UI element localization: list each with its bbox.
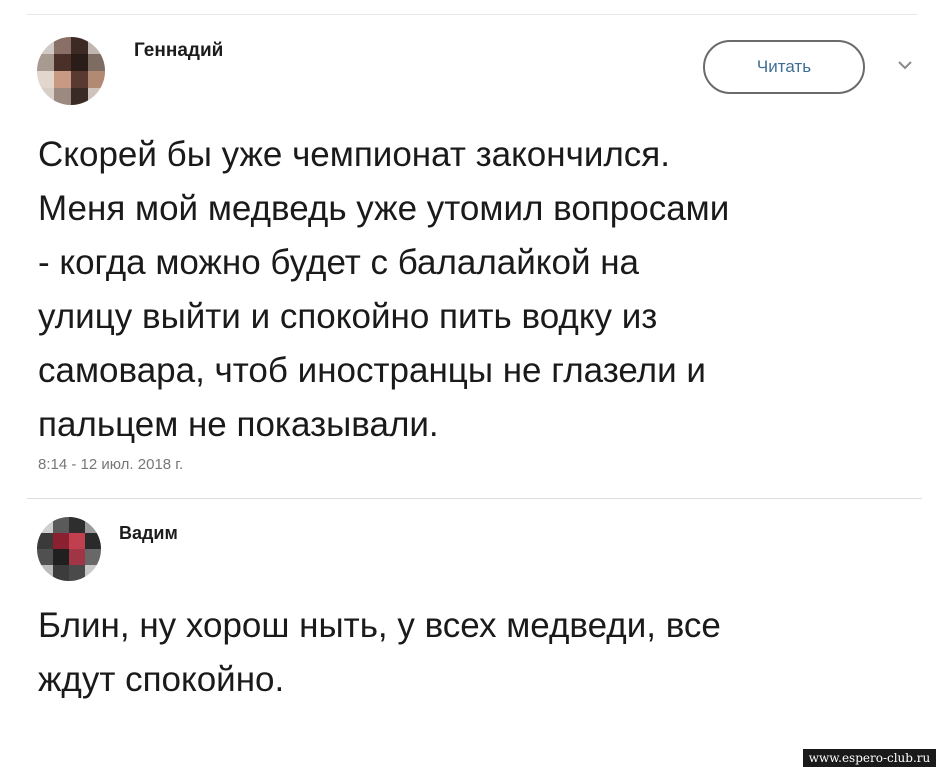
follow-button[interactable]: Читать	[703, 40, 865, 94]
reply-text: Блин, ну хорош ныть, у всех медведи, все…	[38, 606, 721, 699]
pixelated-avatar-icon	[37, 37, 105, 105]
reply-avatar[interactable]	[37, 517, 101, 581]
author-name[interactable]: Геннадий	[134, 40, 223, 62]
tweet-text: Скорей бы уже чемпионат закончился. Меня…	[38, 135, 730, 444]
author-avatar[interactable]	[37, 37, 105, 105]
tweet-divider	[27, 498, 922, 499]
reply-author-name[interactable]: Вадим	[119, 523, 178, 544]
chevron-down-icon[interactable]	[896, 58, 914, 72]
site-watermark: www.espero-club.ru	[803, 749, 936, 767]
pixelated-avatar-icon	[37, 517, 101, 581]
top-border	[27, 14, 917, 15]
tweet-timestamp[interactable]: 8:14 - 12 июл. 2018 г.	[38, 456, 183, 473]
